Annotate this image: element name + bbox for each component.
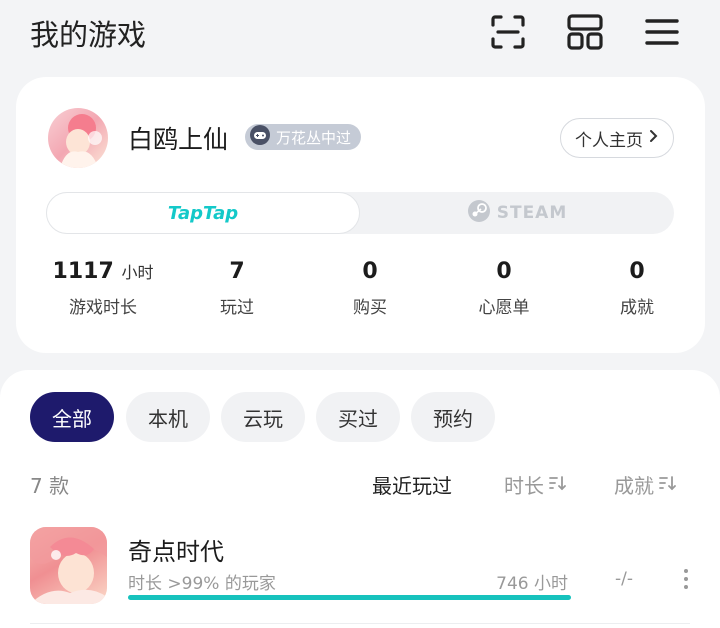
stat-label: 游戏时长 bbox=[69, 298, 137, 318]
game-playtime-rank: 时长 >99% 的玩家 bbox=[128, 574, 276, 594]
divider bbox=[30, 623, 690, 624]
stat-label: 玩过 bbox=[220, 298, 254, 318]
stat-value: 0 bbox=[629, 259, 645, 284]
sort-achievement-label: 成就 bbox=[614, 474, 654, 498]
stat-value: 1117 bbox=[52, 259, 114, 284]
filter-all[interactable]: 全部 bbox=[30, 392, 114, 442]
stat-value: 0 bbox=[496, 259, 512, 284]
avatar[interactable] bbox=[48, 108, 108, 168]
sort-icon bbox=[658, 473, 676, 497]
filter-cloud[interactable]: 云玩 bbox=[221, 392, 305, 442]
playtime-progress-fill bbox=[128, 595, 571, 600]
stat-label: 心愿单 bbox=[478, 298, 530, 318]
playtime-progress-bar bbox=[128, 595, 571, 600]
sort-icon bbox=[548, 473, 566, 497]
sort-achievement[interactable]: 成就 bbox=[614, 470, 676, 499]
games-list-panel: 全部 本机 云玩 买过 预约 7 款 最近玩过 时长 成就 奇点时代 时长 >9… bbox=[0, 370, 720, 628]
sort-recent[interactable]: 最近玩过 bbox=[372, 470, 452, 499]
scan-icon[interactable] bbox=[488, 12, 528, 52]
steam-label: STEAM bbox=[496, 203, 568, 223]
stat-playtime[interactable]: 1117 小时 游戏时长 bbox=[38, 259, 168, 318]
steam-icon bbox=[467, 199, 491, 228]
stat-value: 7 bbox=[229, 259, 245, 284]
filter-reserved[interactable]: 预约 bbox=[411, 392, 495, 442]
game-hours: 746 小时 bbox=[496, 574, 568, 594]
profile-card: 白鸥上仙 万花丛中过 个人主页 TapTap STEAM 1117 小时 游戏时… bbox=[16, 77, 705, 353]
sort-duration[interactable]: 时长 bbox=[504, 470, 566, 499]
page-title: 我的游戏 bbox=[30, 18, 147, 52]
game-achievement: -/- bbox=[615, 569, 633, 589]
stat-value: 0 bbox=[362, 259, 378, 284]
grid-layout-icon[interactable] bbox=[565, 12, 605, 52]
filter-bought[interactable]: 买过 bbox=[316, 392, 400, 442]
personal-homepage-button[interactable]: 个人主页 bbox=[560, 118, 674, 158]
stat-purchased[interactable]: 0 购买 bbox=[305, 259, 435, 318]
username: 白鸥上仙 bbox=[128, 125, 229, 154]
player-title-badge[interactable]: 万花丛中过 bbox=[245, 124, 362, 150]
game-count: 7 款 bbox=[30, 474, 70, 498]
menu-icon[interactable] bbox=[642, 12, 682, 52]
filter-local[interactable]: 本机 bbox=[126, 392, 210, 442]
sort-duration-label: 时长 bbox=[504, 474, 544, 498]
stat-label: 购买 bbox=[353, 298, 387, 318]
homepage-label: 个人主页 bbox=[575, 130, 643, 151]
game-icon[interactable] bbox=[30, 527, 107, 604]
tab-taptap[interactable]: TapTap bbox=[46, 192, 360, 234]
top-bar: 我的游戏 bbox=[0, 0, 720, 64]
game-name: 奇点时代 bbox=[128, 538, 224, 566]
stat-played[interactable]: 7 玩过 bbox=[172, 259, 302, 318]
stat-achievements[interactable]: 0 成就 bbox=[572, 259, 702, 318]
more-options-icon[interactable] bbox=[676, 566, 696, 592]
badge-label: 万花丛中过 bbox=[276, 128, 352, 147]
platform-switch: TapTap STEAM bbox=[46, 192, 674, 234]
game-row[interactable]: 奇点时代 时长 >99% 的玩家 746 小时 -/- bbox=[0, 520, 720, 615]
stat-label: 成就 bbox=[620, 298, 654, 318]
stat-wishlist[interactable]: 0 心愿单 bbox=[439, 259, 569, 318]
gamepad-icon bbox=[249, 124, 271, 150]
tab-steam[interactable]: STEAM bbox=[360, 192, 674, 234]
chevron-right-icon bbox=[649, 128, 659, 148]
stat-unit: 小时 bbox=[121, 263, 154, 282]
